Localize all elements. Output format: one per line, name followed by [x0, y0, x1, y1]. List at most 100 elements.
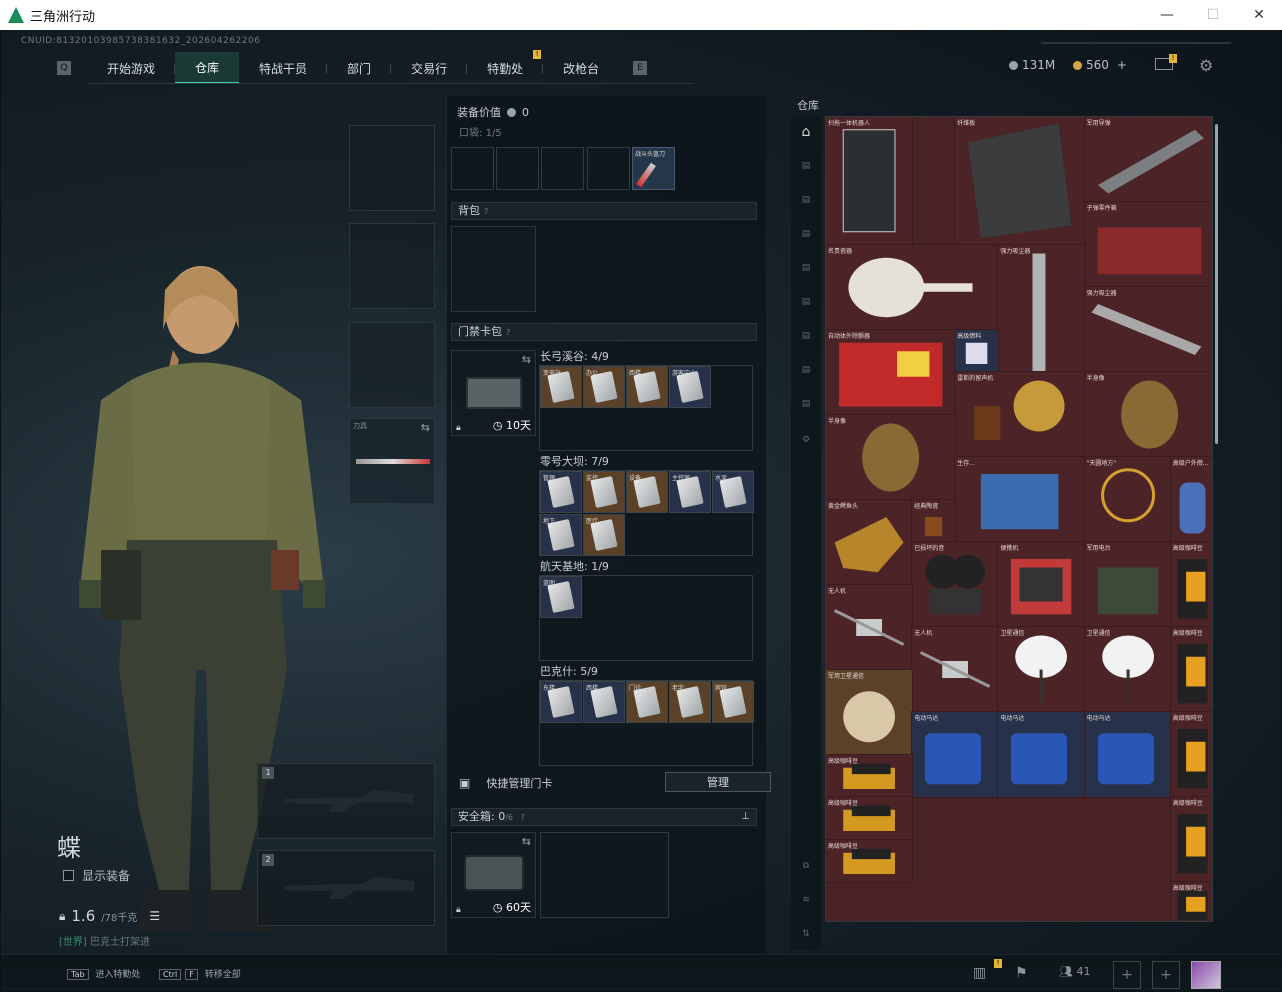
swap-icon[interactable]: ⇆ [522, 353, 531, 366]
stash-item[interactable]: 军用电台 [1083, 541, 1172, 628]
enter-special-ops-hint[interactable]: Tab 进入特勤处 [67, 967, 140, 980]
stash-page-icon[interactable]: ▤ [796, 224, 816, 244]
invite-slot-button[interactable]: + [1113, 961, 1141, 989]
world-chat[interactable]: [世界] 巴克士打架进 [59, 933, 150, 948]
pocket-slot[interactable] [496, 147, 539, 190]
armor-slot[interactable] [349, 223, 435, 309]
stash-item[interactable]: 军用导弹 [1083, 117, 1212, 203]
stash-item[interactable]: 无人机 [911, 626, 1000, 713]
stash-item[interactable]: 卫星通信 [1083, 626, 1172, 713]
stash-item[interactable]: "天圆地方" [1083, 456, 1172, 543]
stash-item[interactable]: 高级咖啡豆 [826, 838, 914, 883]
stash-page-icon[interactable]: ▤ [796, 326, 816, 346]
stash-page-icon[interactable]: ▤ [796, 156, 816, 176]
nav-prev-key[interactable]: Q [57, 61, 71, 75]
backpack-slot[interactable] [451, 226, 536, 312]
flag-icon[interactable]: ⚑ [1015, 965, 1028, 981]
pin-icon[interactable]: ⊥ [741, 809, 750, 825]
stash-item[interactable]: 高级咖啡豆 [1169, 711, 1212, 798]
list-icon[interactable]: ☰ [149, 909, 160, 923]
stash-item[interactable]: 自动体外除颤器 [826, 328, 957, 416]
stash-item[interactable]: 黄金鳄鱼头 [826, 498, 914, 586]
tab-start-game[interactable]: 开始游戏 [87, 52, 176, 84]
minimize-button[interactable]: — [1144, 0, 1190, 30]
keycard-item[interactable]: 西楼 [626, 366, 668, 408]
tab-department[interactable]: 部门 [327, 52, 392, 84]
stash-item[interactable]: 子弹零件箱 [1083, 201, 1212, 288]
stash-item[interactable]: 高级咖啡豆 [826, 796, 914, 841]
stash-home-icon[interactable]: ⌂ [796, 122, 816, 142]
keycard-item[interactable]: 监控 [583, 471, 625, 513]
keycard-item[interactable]: 东楼 [540, 681, 582, 723]
safebox-grid[interactable] [540, 832, 669, 918]
stash-item[interactable]: 高级咖啡豆 [1169, 881, 1212, 921]
nav-next-key[interactable]: E [633, 61, 648, 75]
stash-page-icon[interactable]: ▤ [796, 394, 816, 414]
maximize-button[interactable]: ☐ [1190, 0, 1236, 30]
stash-item[interactable]: 高级咖啡豆 [1169, 796, 1212, 883]
stash-item[interactable]: 电动马达 [1083, 711, 1172, 798]
pistol-slot[interactable] [349, 322, 435, 408]
keycard-item[interactable]: 宾馆 [712, 681, 754, 723]
close-button[interactable]: ✕ [1236, 0, 1282, 30]
stash-sort-icon[interactable]: ⧉ [796, 856, 816, 876]
stash-page-icon[interactable]: ▤ [796, 190, 816, 210]
stash-item[interactable]: 纤维板 [954, 117, 1086, 246]
player-avatar[interactable] [1191, 961, 1221, 989]
stash-item[interactable]: 经典陶瓷 [911, 498, 957, 543]
safebox-slot[interactable]: ⇆ 🔒︎ ◷ 60天 [451, 832, 536, 918]
keycard-item[interactable]: 水泥 [712, 471, 754, 513]
tab-operators[interactable]: 特战干员 [239, 52, 328, 84]
gold-currency[interactable]: 560 + [1073, 58, 1127, 72]
stash-item[interactable]: 半身像 [826, 413, 957, 501]
add-currency-icon[interactable]: + [1117, 58, 1127, 72]
keycard-item[interactable]: 地下 [540, 514, 582, 556]
stash-page-icon[interactable]: ▤ [796, 258, 816, 278]
stash-filter-icon[interactable]: ⇅ [796, 924, 816, 944]
stash-item[interactable]: 高级燃料 [954, 328, 1000, 373]
keycard-item[interactable]: 医疗 [583, 514, 625, 556]
help-icon[interactable]: ? [521, 813, 525, 822]
stash-item[interactable]: 电动马达 [911, 711, 1000, 798]
stash-settings-gear-icon[interactable]: ⚙ [796, 430, 816, 450]
stash-item[interactable]: 电动马达 [997, 711, 1086, 798]
stash-item[interactable]: 名贵瓷器 [826, 243, 1000, 331]
stash-item[interactable]: 生存... [954, 456, 1086, 543]
keycard-item[interactable]: 蓝图 [540, 576, 582, 618]
show-equipment-checkbox[interactable] [63, 870, 74, 881]
primary-weapon-slot-2[interactable]: 2 [257, 850, 435, 926]
keycard-item[interactable]: 变电站 [540, 366, 582, 408]
stash-item[interactable]: 军用卫星通信 [826, 668, 914, 756]
keycard-item[interactable]: 办公 [583, 366, 625, 408]
manage-button[interactable]: 管理 [665, 772, 771, 792]
helmet-slot[interactable] [349, 125, 435, 211]
show-equipment-toggle[interactable]: 显示装备 [63, 867, 130, 884]
stash-page-icon[interactable]: ▤ [796, 360, 816, 380]
stash-item[interactable]: 半身像 [1083, 371, 1212, 458]
stash-layers-icon[interactable]: ≋ [796, 890, 816, 910]
stash-item[interactable]: 高级咖啡豆 [1169, 541, 1212, 628]
help-icon[interactable]: ? [506, 328, 510, 337]
stash-item[interactable]: 高级户外燃... [1169, 456, 1212, 543]
pocket-slot[interactable] [541, 147, 584, 190]
help-icon[interactable]: ? [484, 207, 488, 216]
transfer-all-hint[interactable]: Ctrl F 转移全部 [159, 967, 241, 980]
stats-chart-icon[interactable]: ▥ [973, 965, 986, 981]
melee-slot[interactable]: 刀具 ⇆ [349, 418, 435, 504]
tab-warehouse[interactable]: 仓库 [175, 52, 240, 84]
tab-gunsmith[interactable]: 改枪台 [543, 52, 619, 84]
keycard-item[interactable]: 设备 [626, 471, 668, 513]
keycard-holder-slot[interactable]: ⇆ 🔒︎ ◷ 10天 [451, 350, 536, 436]
stash-item[interactable]: 高级咖啡豆 [1169, 626, 1212, 713]
stash-item[interactable]: 便携机 [997, 541, 1086, 628]
stash-page-icon[interactable]: ▤ [796, 292, 816, 312]
stash-item[interactable]: 强力吸尘器 [1083, 286, 1212, 373]
pocket-item[interactable]: 战斗头盔刀 [632, 147, 675, 190]
pocket-slot[interactable] [587, 147, 630, 190]
silver-currency[interactable]: 131M [1009, 58, 1055, 72]
pocket-slot[interactable] [451, 147, 494, 190]
stash-item[interactable]: 雷斯的留声机 [954, 371, 1086, 458]
stash-item[interactable]: 卫星通信 [997, 626, 1086, 713]
stash-scrollbar[interactable] [1215, 124, 1218, 444]
keycard-item[interactable]: 管理 [540, 471, 582, 513]
